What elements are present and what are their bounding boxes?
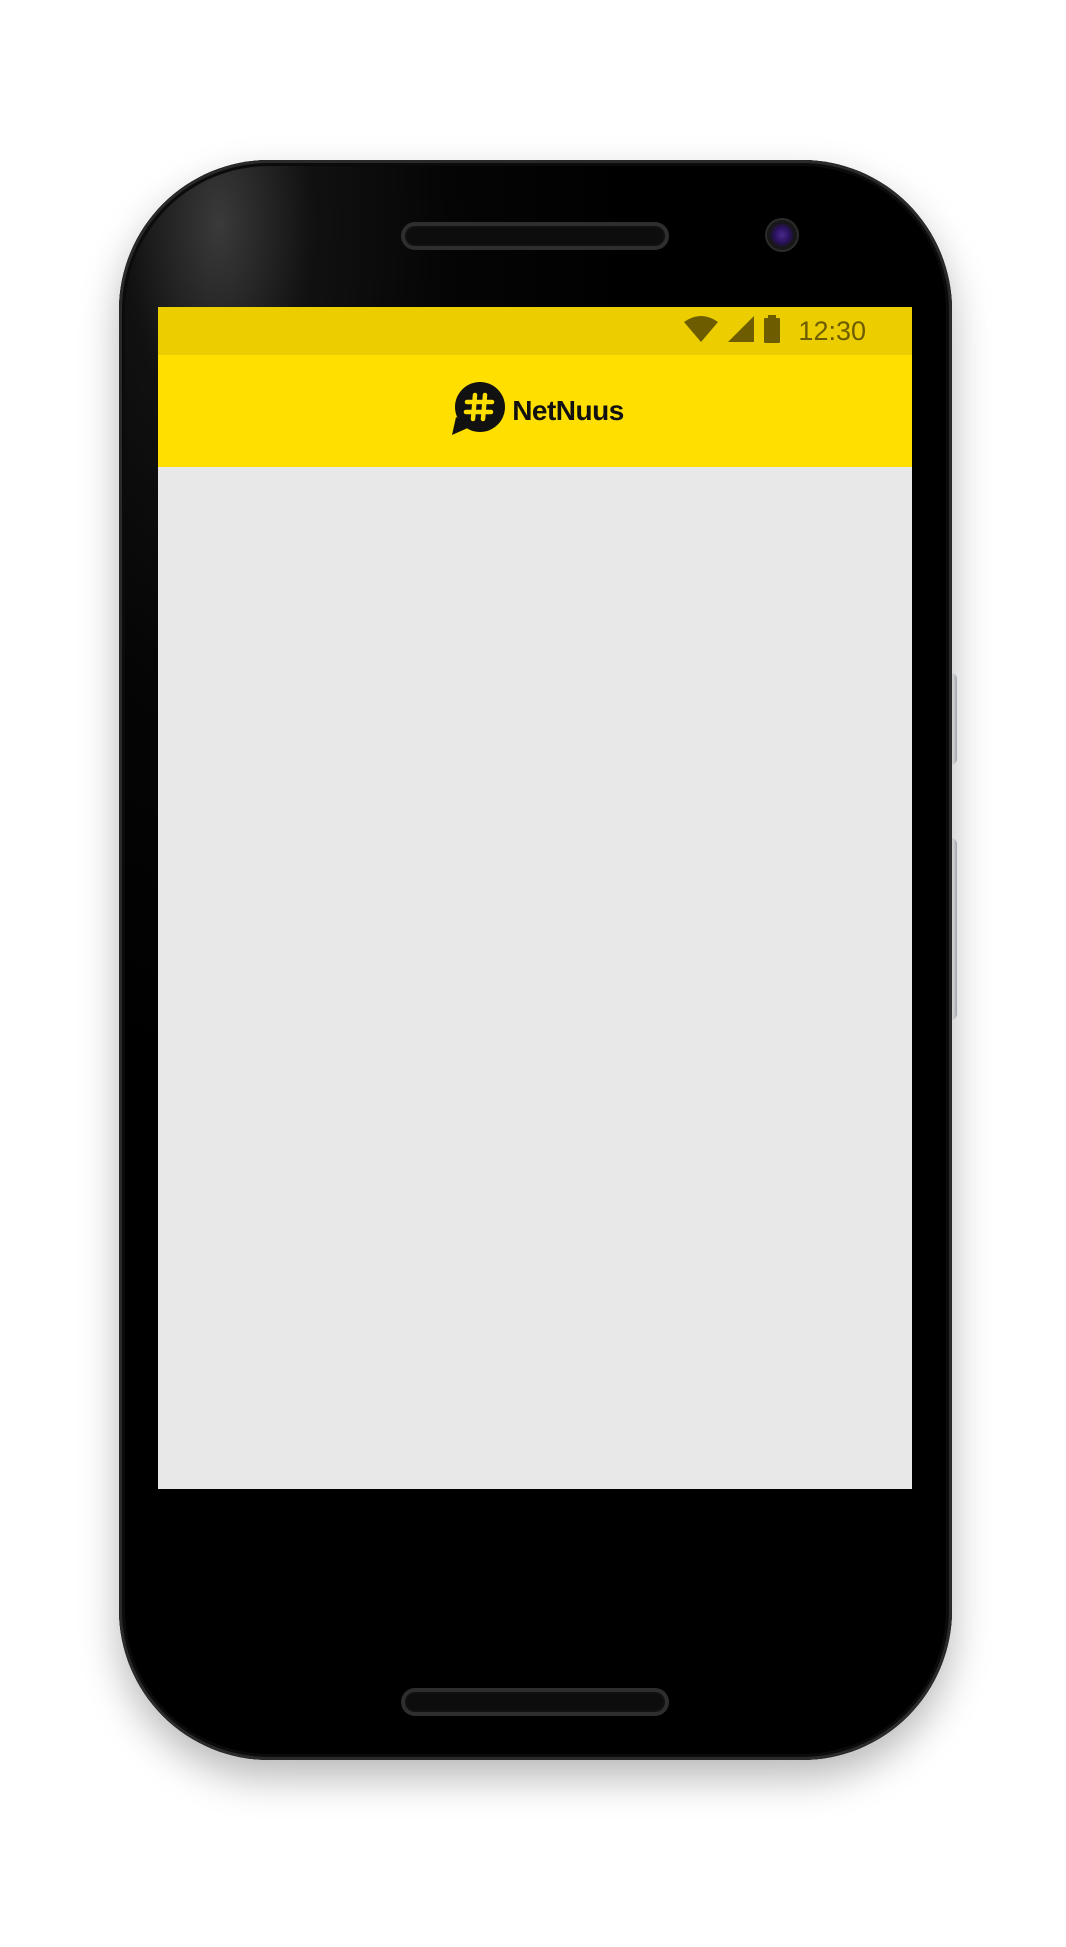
bottom-speaker (401, 1688, 669, 1716)
main-content[interactable] (158, 467, 912, 1489)
app-logo: NetNuus (450, 381, 624, 442)
status-bar: 12:30 (158, 307, 912, 355)
status-time: 12:30 (798, 315, 866, 346)
app-title: NetNuus (512, 395, 624, 426)
cell-signal-icon (728, 315, 755, 347)
battery-icon (764, 314, 781, 348)
status-icons: 12:30 (684, 307, 866, 355)
app-bar: NetNuus (158, 355, 912, 467)
hash-speech-bubble-icon (450, 381, 506, 442)
device-screen: 12:30 NetNuus (158, 307, 912, 1489)
front-camera (767, 220, 797, 250)
wifi-icon (684, 315, 719, 347)
earpiece-speaker (401, 222, 669, 250)
phone-frame: 12:30 NetNuus (119, 160, 952, 1760)
